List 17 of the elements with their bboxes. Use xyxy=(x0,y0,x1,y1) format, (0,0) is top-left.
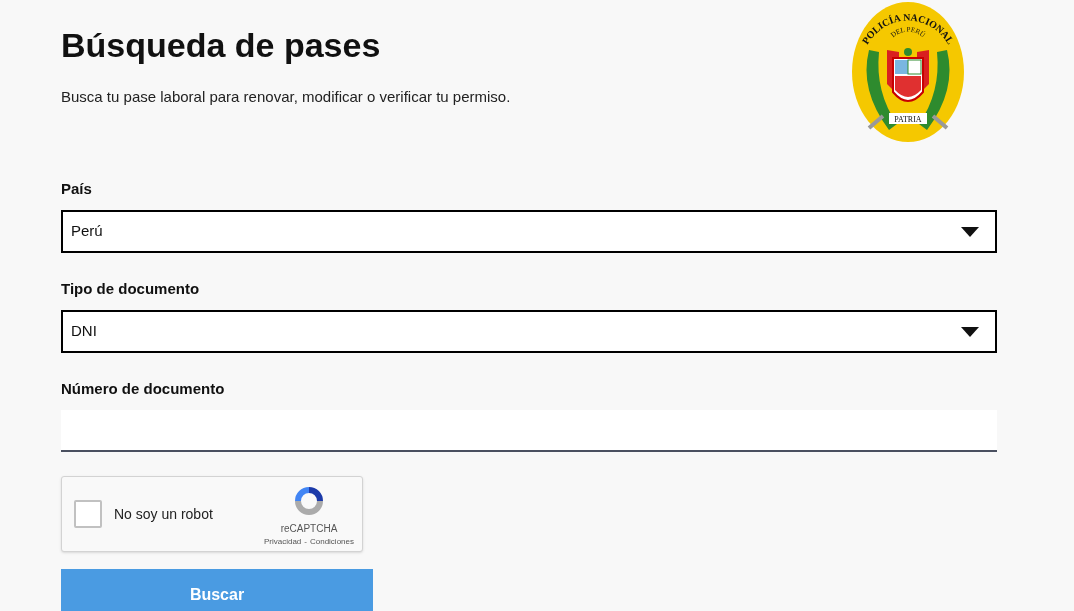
caret-icon xyxy=(961,226,979,237)
terms-link[interactable]: Condiciones xyxy=(309,535,354,548)
field-label: País xyxy=(61,179,93,199)
dropdown-field[interactable]: Perú xyxy=(61,210,997,253)
field-label: Tipo de documento xyxy=(61,279,201,299)
link-separator: - xyxy=(304,535,307,548)
caret-icon xyxy=(961,326,979,337)
input-field[interactable] xyxy=(61,410,997,452)
field-label: Número de documento xyxy=(61,379,226,399)
captcha-brand: reCAPTCHA xyxy=(280,521,338,536)
captcha-checkbox[interactable] xyxy=(74,500,102,528)
page-subtitle: Busca tu pase laboral para renovar, modificar o verificar tu permiso. xyxy=(61,87,511,107)
recaptcha-logo-icon xyxy=(292,484,325,517)
dropdown-field[interactable]: DNI xyxy=(61,310,997,353)
privacy-link[interactable]: Privacidad xyxy=(263,535,302,548)
captcha-label: No soy un robot xyxy=(114,504,213,524)
page-title: Búsqueda de pases xyxy=(61,25,382,66)
